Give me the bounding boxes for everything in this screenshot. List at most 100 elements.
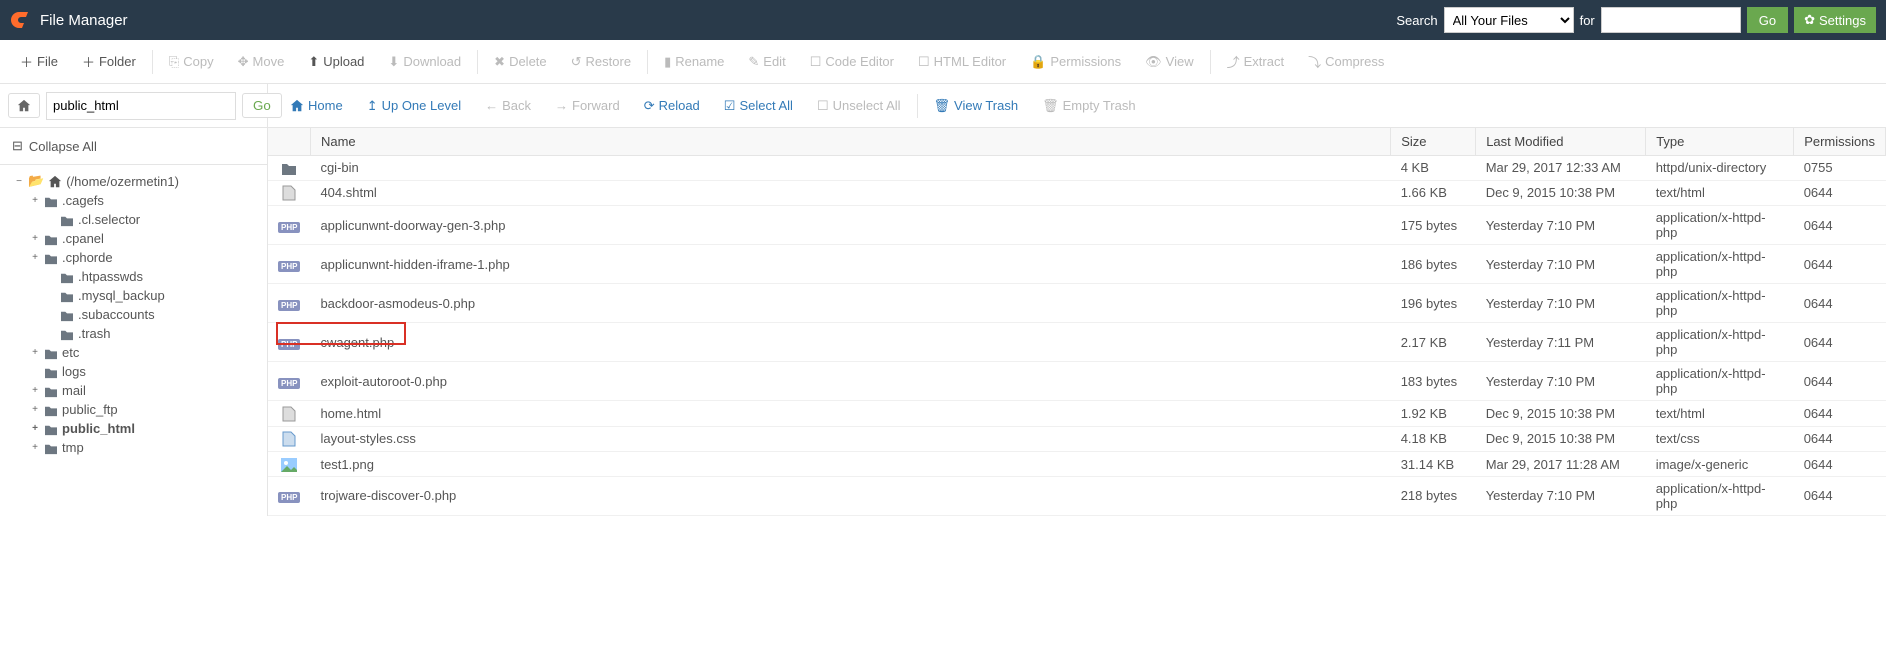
file-modified: Dec 9, 2015 10:38 PM (1476, 401, 1646, 427)
edit-button[interactable]: ✎Edit (736, 40, 797, 84)
upload-button[interactable]: ⬆Upload (296, 40, 376, 84)
tree-item[interactable]: logs (0, 362, 267, 381)
table-row[interactable]: layout-styles.css4.18 KBDec 9, 2015 10:3… (268, 426, 1886, 452)
tree-item[interactable]: +public_ftp (0, 400, 267, 419)
permissions-header[interactable]: Permissions (1794, 128, 1886, 156)
select-all-button[interactable]: ☑Select All (712, 84, 805, 128)
tree-item[interactable]: +public_html (0, 419, 267, 438)
copy-button[interactable]: ⎘Copy (157, 40, 226, 84)
expand-icon[interactable]: + (30, 442, 40, 453)
table-row[interactable]: PHPapplicunwnt-doorway-gen-3.php175 byte… (268, 206, 1886, 245)
table-row[interactable]: cgi-bin4 KBMar 29, 2017 12:33 AMhttpd/un… (268, 156, 1886, 181)
extract-button[interactable]: ⤴Extract (1215, 40, 1296, 84)
collapse-icon[interactable]: − (14, 176, 24, 187)
download-button[interactable]: ⬇Download (376, 40, 473, 84)
tree-item[interactable]: + etc (0, 343, 267, 362)
tree-item[interactable]: .cl.selector (0, 210, 267, 229)
restore-button[interactable]: ↺Restore (559, 40, 643, 84)
modified-header[interactable]: Last Modified (1476, 128, 1646, 156)
tree-item[interactable]: .subaccounts (0, 305, 267, 324)
forward-button[interactable]: →Forward (543, 84, 632, 128)
file-permissions: 0644 (1794, 180, 1886, 206)
table-row[interactable]: PHPexploit-autoroot-0.php183 bytesYester… (268, 362, 1886, 401)
icon-header[interactable] (268, 128, 310, 156)
table-header-row: Name Size Last Modified Type Permissions (268, 128, 1886, 156)
rename-button[interactable]: ▮Rename (652, 40, 736, 84)
tree-item[interactable]: .mysql_backup (0, 286, 267, 305)
expand-icon[interactable]: + (30, 347, 40, 358)
move-icon: ✥ (238, 54, 249, 70)
table-row[interactable]: test1.png31.14 KBMar 29, 2017 11:28 AMim… (268, 452, 1886, 477)
permissions-button[interactable]: 🔒Permissions (1018, 40, 1133, 84)
search-go-button[interactable]: Go (1747, 7, 1788, 33)
expand-icon[interactable]: + (30, 233, 40, 244)
new-file-button[interactable]: ＋File (8, 40, 70, 84)
logo: File Manager (10, 8, 128, 32)
cpanel-logo-icon (10, 8, 34, 32)
tree-item[interactable]: +.cagefs (0, 191, 267, 210)
check-icon: ☑ (724, 98, 736, 114)
view-trash-label: View Trash (954, 98, 1018, 113)
delete-label: Delete (509, 54, 547, 69)
view-trash-button[interactable]: 🗑View Trash (922, 84, 1031, 128)
tree-item[interactable]: +.cphorde (0, 248, 267, 267)
edit-label: Edit (763, 54, 785, 69)
tree-item[interactable]: .htpasswds (0, 267, 267, 286)
expand-icon[interactable]: + (30, 385, 40, 396)
folder-icon (60, 307, 74, 322)
settings-button[interactable]: ✿ Settings (1794, 7, 1876, 33)
file-type: application/x-httpd-php (1646, 206, 1794, 245)
expand-icon[interactable]: + (30, 252, 40, 263)
collapse-all-button[interactable]: ⊟ Collapse All (0, 128, 267, 165)
table-row[interactable]: home.html1.92 KBDec 9, 2015 10:38 PMtext… (268, 401, 1886, 427)
up-one-level-button[interactable]: ↥Up One Level (355, 84, 473, 128)
tree-item[interactable]: .trash (0, 324, 267, 343)
file-type: application/x-httpd-php (1646, 476, 1794, 515)
html-editor-button[interactable]: ☐HTML Editor (906, 40, 1018, 84)
tree-item[interactable]: +mail (0, 381, 267, 400)
tree-item-label: .htpasswds (78, 269, 143, 284)
home-button[interactable]: Home (278, 84, 355, 128)
back-button[interactable]: ←Back (473, 84, 543, 128)
search-label: Search (1396, 13, 1437, 28)
expand-icon[interactable]: + (30, 404, 40, 415)
file-icon: PHP (268, 245, 310, 284)
table-row[interactable]: PHPtrojware-discover-0.php218 bytesYeste… (268, 476, 1886, 515)
file-type: text/html (1646, 180, 1794, 206)
file-modified: Dec 9, 2015 10:38 PM (1476, 180, 1646, 206)
tree-root-label: (/home/ozermetin1) (66, 174, 179, 189)
code-editor-button[interactable]: ☐Code Editor (798, 40, 906, 84)
file-icon: PHP (268, 323, 310, 362)
header-search: Search All Your Files for Go ✿ Settings (1396, 7, 1876, 33)
view-button[interactable]: 👁View (1133, 40, 1205, 84)
expand-icon[interactable]: + (30, 195, 40, 206)
reload-button[interactable]: ⟳Reload (632, 84, 712, 128)
name-header[interactable]: Name (310, 128, 1390, 156)
file-name: applicunwnt-doorway-gen-3.php (310, 206, 1390, 245)
move-button[interactable]: ✥Move (226, 40, 297, 84)
file-modified: Yesterday 7:10 PM (1476, 476, 1646, 515)
tree-item[interactable]: +.cpanel (0, 229, 267, 248)
search-input[interactable] (1601, 7, 1741, 33)
new-folder-button[interactable]: ＋Folder (70, 40, 148, 84)
file-type: httpd/unix-directory (1646, 156, 1794, 181)
table-row[interactable]: 404.shtml1.66 KBDec 9, 2015 10:38 PMtext… (268, 180, 1886, 206)
type-header[interactable]: Type (1646, 128, 1794, 156)
tree-item[interactable]: +tmp (0, 438, 267, 457)
tree-item-label: etc (62, 345, 79, 360)
table-row[interactable]: PHPapplicunwnt-hidden-iframe-1.php186 by… (268, 245, 1886, 284)
tree-root[interactable]: − 📂 (/home/ozermetin1) (0, 171, 267, 191)
table-row[interactable]: PHPbackdoor-asmodeus-0.php196 bytesYeste… (268, 284, 1886, 323)
table-row[interactable]: PHPcwagent.php2.17 KBYesterday 7:11 PMap… (268, 323, 1886, 362)
expand-icon[interactable]: + (30, 423, 40, 434)
path-input[interactable] (46, 92, 236, 120)
home-icon-button[interactable] (8, 93, 40, 119)
folder-tree: − 📂 (/home/ozermetin1) +.cagefs.cl.selec… (0, 165, 267, 463)
unselect-all-button[interactable]: ☐Unselect All (805, 84, 913, 128)
delete-button[interactable]: ✖Delete (482, 40, 558, 84)
size-header[interactable]: Size (1391, 128, 1476, 156)
compress-button[interactable]: ⤵Compress (1296, 40, 1396, 84)
search-scope-select[interactable]: All Your Files (1444, 7, 1574, 33)
separator (917, 94, 918, 118)
empty-trash-button[interactable]: 🗑Empty Trash (1030, 84, 1147, 128)
